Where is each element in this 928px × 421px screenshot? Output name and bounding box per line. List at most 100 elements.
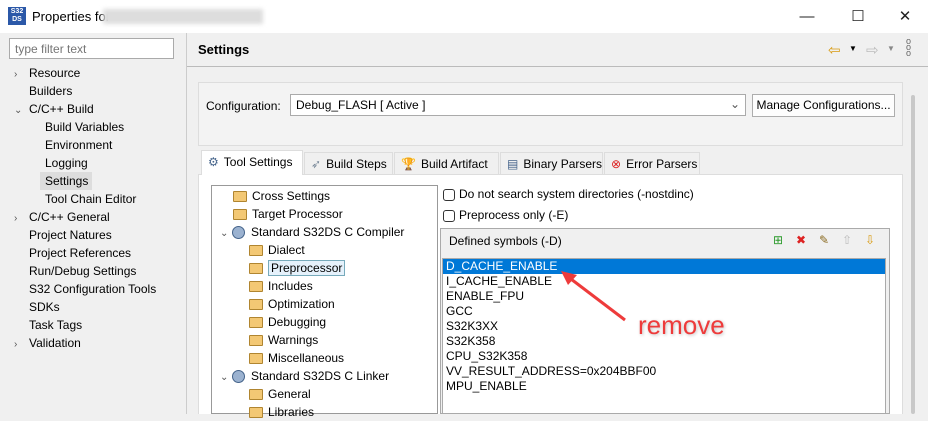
tool-icon bbox=[232, 370, 245, 384]
nav-item-label: Build Variables bbox=[45, 120, 125, 134]
tool-tree-item[interactable]: Optimization bbox=[212, 295, 437, 313]
chevron-down-icon[interactable]: ⌄ bbox=[14, 102, 26, 120]
tool-tree-label: Target Processor bbox=[252, 207, 343, 221]
nav-item-label: Project Natures bbox=[29, 228, 112, 242]
nav-item[interactable]: › C/C++ General bbox=[14, 208, 184, 226]
tool-settings-tree: Cross Settings Target Processor ⌄ Standard … bbox=[211, 185, 438, 419]
folder-icon bbox=[249, 335, 263, 347]
nav-item[interactable]: Tool Chain Editor bbox=[14, 190, 184, 208]
properties-nav-tree: › Resource Builders ⌄ C/C++ Build Build Varia… bbox=[14, 64, 184, 352]
tool-tree-item[interactable]: Debugging bbox=[212, 313, 437, 331]
nostdinc-checkbox[interactable]: Do not search system directories (-nostd… bbox=[443, 187, 694, 201]
nav-item[interactable]: Settings bbox=[40, 172, 92, 190]
configuration-label: Configuration: bbox=[206, 99, 281, 113]
tool-tree-item[interactable]: Includes bbox=[212, 277, 437, 295]
nav-item-label: Run/Debug Settings bbox=[29, 264, 137, 278]
delete-symbol-icon[interactable]: ✖ bbox=[794, 233, 808, 248]
maximize-button[interactable]: ☐ bbox=[835, 0, 881, 33]
symbol-item[interactable]: CPU_S32K358 bbox=[443, 349, 885, 364]
tool-tree-item[interactable]: Preprocessor bbox=[212, 259, 437, 277]
nav-item-label: Resource bbox=[29, 66, 81, 80]
divider[interactable] bbox=[186, 33, 187, 414]
window-title: Properties for bbox=[32, 9, 111, 24]
chevron-down-icon[interactable]: ⌄ bbox=[220, 225, 232, 243]
nav-item[interactable]: Logging bbox=[14, 154, 184, 172]
nav-item[interactable]: Environment bbox=[14, 136, 184, 154]
tool-tree-item[interactable]: Dialect bbox=[212, 241, 437, 259]
nav-item[interactable]: Build Variables bbox=[14, 118, 184, 136]
chevron-right-icon[interactable]: › bbox=[14, 336, 26, 354]
chevron-down-icon[interactable]: ⌄ bbox=[220, 369, 232, 387]
tab-build-artifact[interactable]: 🏆 Build Artifact bbox=[394, 152, 499, 174]
close-button[interactable]: ✕ bbox=[882, 0, 928, 33]
tab-error-parsers[interactable]: ⊗ Error Parsers bbox=[604, 152, 700, 174]
tool-tree-label: Optimization bbox=[268, 297, 335, 311]
nav-item[interactable]: S32 Configuration Tools bbox=[14, 280, 184, 298]
preprocess-only-checkbox[interactable]: Preprocess only (-E) bbox=[443, 208, 568, 222]
tool-icon bbox=[232, 226, 245, 240]
filter-input[interactable] bbox=[9, 38, 174, 59]
tool-settings-icon: ⚙ bbox=[208, 155, 219, 169]
move-up-icon[interactable]: ⇧ bbox=[840, 233, 854, 248]
nav-item[interactable]: Project Natures bbox=[14, 226, 184, 244]
tool-tree-item[interactable]: Miscellaneous bbox=[212, 349, 437, 367]
annotation-remove-text: remove bbox=[638, 310, 725, 340]
tool-tree-label: Standard S32DS C Linker bbox=[251, 369, 390, 383]
checkbox-box[interactable] bbox=[443, 209, 455, 222]
tool-tree-label: General bbox=[268, 387, 311, 401]
nav-item-label: Validation bbox=[29, 336, 81, 350]
tool-tree-item[interactable]: ⌄ Standard S32DS C Compiler bbox=[212, 223, 437, 241]
scrollbar[interactable] bbox=[911, 95, 915, 414]
nav-item[interactable]: › Validation bbox=[14, 334, 184, 352]
symbol-item[interactable]: MPU_ENABLE bbox=[443, 379, 885, 394]
symbol-item[interactable]: VV_RESULT_ADDRESS=0x204BBF00 bbox=[443, 364, 885, 379]
more-menu-icon[interactable]: ooo bbox=[906, 37, 911, 58]
symbol-item[interactable]: ENABLE_FPU bbox=[443, 289, 885, 304]
nostdinc-label: Do not search system directories (-nostd… bbox=[459, 187, 694, 201]
tool-tree-item[interactable]: Cross Settings bbox=[212, 187, 437, 205]
move-down-icon[interactable]: ⇩ bbox=[863, 233, 877, 248]
add-symbol-icon[interactable]: ⊞ bbox=[771, 233, 785, 248]
tab-tool-settings[interactable]: ⚙ Tool Settings bbox=[201, 150, 303, 175]
configuration-select[interactable]: Debug_FLASH [ Active ] ⌄ bbox=[290, 94, 746, 116]
tab-label: Binary Parsers bbox=[523, 157, 603, 171]
folder-icon bbox=[233, 191, 247, 203]
s32ds-app-icon: S32 DS bbox=[8, 7, 26, 25]
nav-item-label: S32 Configuration Tools bbox=[29, 282, 157, 296]
nav-item-label: C/C++ General bbox=[29, 210, 110, 224]
tool-tree-item[interactable]: Warnings bbox=[212, 331, 437, 349]
symbol-item[interactable]: D_CACHE_ENABLE bbox=[443, 259, 885, 274]
nav-item[interactable]: Task Tags bbox=[14, 316, 184, 334]
tool-tree-label: Preprocessor bbox=[268, 260, 346, 276]
tab-binary-parsers[interactable]: ▤ Binary Parsers bbox=[500, 152, 603, 174]
tool-tree-label: Includes bbox=[268, 279, 313, 293]
nav-item[interactable]: Project References bbox=[14, 244, 184, 262]
forward-dropdown-icon[interactable]: ▼ bbox=[887, 44, 895, 53]
forward-arrow-icon[interactable]: ⇨ bbox=[866, 41, 879, 59]
back-dropdown-icon[interactable]: ▼ bbox=[849, 44, 857, 53]
back-arrow-icon[interactable]: ⇦ bbox=[828, 41, 841, 59]
nav-item[interactable]: SDKs bbox=[14, 298, 184, 316]
edit-symbol-icon[interactable]: ✎ bbox=[817, 233, 831, 248]
folder-icon bbox=[249, 407, 263, 419]
manage-configurations-button[interactable]: Manage Configurations... bbox=[752, 94, 895, 117]
nav-item-label: Environment bbox=[45, 138, 113, 152]
folder-icon bbox=[249, 263, 263, 275]
tool-tree-item[interactable]: Libraries bbox=[212, 403, 437, 421]
nav-item[interactable]: Run/Debug Settings bbox=[14, 262, 184, 280]
folder-icon bbox=[249, 245, 263, 257]
tab-label: Build Steps bbox=[326, 157, 387, 171]
nav-item[interactable]: ⌄ C/C++ Build bbox=[14, 100, 184, 118]
tool-tree-item[interactable]: General bbox=[212, 385, 437, 403]
minimize-button[interactable]: — bbox=[784, 0, 830, 33]
tool-tree-item[interactable]: ⌄ Standard S32DS C Linker bbox=[212, 367, 437, 385]
symbol-item[interactable]: I_CACHE_ENABLE bbox=[443, 274, 885, 289]
tab-build-steps[interactable]: ➶ Build Steps bbox=[304, 152, 393, 174]
nav-item[interactable]: › Resource bbox=[14, 64, 184, 82]
tool-tree-label: Debugging bbox=[268, 315, 327, 329]
checkbox-box[interactable] bbox=[443, 188, 455, 201]
nav-item-label: Builders bbox=[29, 84, 73, 98]
nav-item-label: Settings bbox=[45, 174, 89, 188]
tool-tree-item[interactable]: Target Processor bbox=[212, 205, 437, 223]
nav-item[interactable]: Builders bbox=[14, 82, 184, 100]
